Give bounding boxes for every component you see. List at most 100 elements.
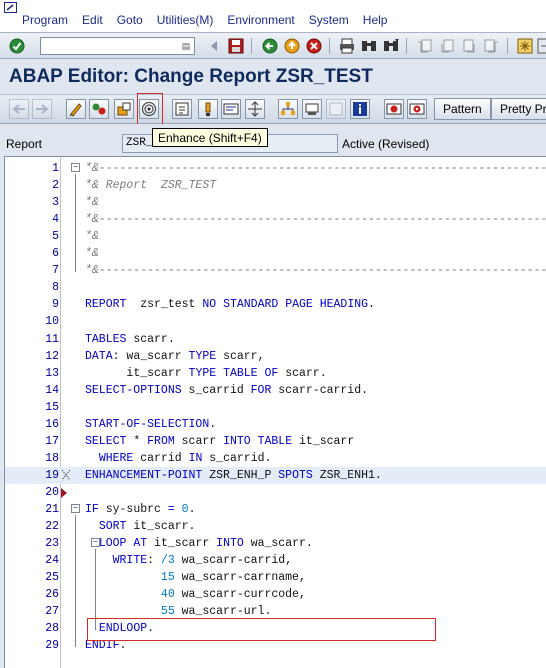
next-page-icon[interactable]	[460, 37, 478, 55]
code-line[interactable]: 23− LOOP AT it_scarr INTO wa_scarr.	[5, 535, 546, 552]
code-line[interactable]: 22 SORT it_scarr.	[5, 518, 546, 535]
line-number: 4	[52, 213, 59, 227]
code-line[interactable]: 6 *&	[5, 245, 546, 262]
shortcut-icon[interactable]	[536, 37, 546, 55]
code-line[interactable]: 7 *&-------------------------------------…	[5, 262, 546, 279]
external-breakpoint-icon[interactable]	[407, 99, 427, 119]
code-line[interactable]: 11 TABLES scarr.	[5, 331, 546, 348]
line-number: 21	[45, 503, 59, 516]
sap-window-icon[interactable]	[4, 2, 18, 14]
code-text: it_scarr TYPE TABLE OF scarr.	[126, 366, 327, 380]
code-line[interactable]: 9 REPORT zsr_test NO STANDARD PAGE HEADIN…	[5, 296, 546, 313]
breakpoint-icon[interactable]	[384, 99, 404, 119]
menu-help[interactable]: Help	[363, 13, 388, 29]
code-text: 55 wa_scarr-url.	[160, 605, 272, 619]
code-line[interactable]: 4 *&-------------------------------------…	[5, 211, 546, 228]
command-input[interactable]	[41, 38, 176, 54]
code-text: LOOP AT it_scarr INTO wa_scarr.	[98, 537, 313, 551]
information-icon[interactable]	[350, 99, 370, 119]
code-line[interactable]: 24 WRITE: /3 wa_scarr-carrid,	[5, 552, 546, 569]
last-page-icon[interactable]	[482, 37, 500, 55]
command-history-icon[interactable]: ▤	[180, 40, 192, 52]
line-number: 25	[45, 571, 59, 585]
code-text: ENHANCEMENT-POINT ZSR_ENH_P SPOTS ZSR_EN…	[85, 468, 382, 482]
code-line[interactable]: 8	[5, 279, 546, 296]
code-line[interactable]: 27 55 wa_scarr-url.	[5, 603, 546, 620]
pattern-button[interactable]: Pattern	[434, 98, 491, 120]
code-line[interactable]: 1 − *&------------------------------------…	[5, 160, 546, 177]
back-arrow-icon[interactable]	[9, 99, 29, 119]
cancel-icon[interactable]	[305, 37, 323, 55]
display-object-list-icon[interactable]	[221, 99, 241, 119]
active-inactive-icon[interactable]	[89, 99, 109, 119]
menu-goto[interactable]: Goto	[117, 13, 143, 29]
navigation-window-icon[interactable]	[245, 99, 265, 119]
pretty-printer-button[interactable]: Pretty Pri	[491, 98, 546, 120]
display-change-icon[interactable]	[66, 99, 86, 119]
comment-text: *&	[85, 230, 99, 244]
check-icon[interactable]	[198, 99, 218, 119]
collapse-icon[interactable]: −	[71, 163, 80, 172]
menu-edit[interactable]: Edit	[82, 13, 103, 29]
other-object-icon[interactable]	[114, 99, 134, 119]
code-line[interactable]: 12 DATA: wa_scarr TYPE scarr,	[5, 348, 546, 365]
line-number: 18	[45, 451, 59, 465]
line-number: 13	[45, 366, 59, 380]
hierarchy-icon[interactable]	[278, 99, 298, 119]
forward-arrow-icon[interactable]	[32, 99, 52, 119]
code-line[interactable]: 13 it_scarr TYPE TABLE OF scarr.	[5, 365, 546, 382]
code-text: *&--------------------------------------…	[85, 262, 546, 279]
menu-environment[interactable]: Environment	[227, 13, 294, 29]
code-text: DATA: wa_scarr TYPE scarr,	[85, 349, 265, 363]
code-line[interactable]: 20	[5, 484, 546, 501]
code-line[interactable]: 15	[5, 399, 546, 416]
find-icon[interactable]	[360, 37, 378, 55]
save-icon[interactable]	[227, 37, 245, 55]
print-icon[interactable]	[338, 37, 356, 55]
line-number: 23	[45, 537, 59, 551]
code-line[interactable]: 2 *& Report ZSR_TEST	[5, 177, 546, 194]
previous-page-icon[interactable]	[438, 37, 456, 55]
menu-utilities[interactable]: Utilities(M)	[157, 13, 214, 29]
code-line[interactable]: 3 *&	[5, 194, 546, 211]
code-line[interactable]: 28 ENDLOOP.	[5, 620, 546, 637]
code-text: TABLES scarr.	[85, 332, 175, 346]
back-icon[interactable]	[261, 37, 279, 55]
first-page-icon[interactable]	[416, 37, 434, 55]
collapse-icon[interactable]: −	[71, 504, 80, 513]
menu-program[interactable]: Program	[22, 13, 68, 29]
print-listing-icon[interactable]	[302, 99, 322, 119]
exit-icon[interactable]	[283, 37, 301, 55]
code-line[interactable]: 14 SELECT-OPTIONS s_carrid FOR scarr-carr…	[5, 382, 546, 399]
find-next-icon[interactable]	[382, 37, 400, 55]
line-number: 26	[45, 588, 59, 602]
code-line[interactable]: 29 ENDIF.	[5, 637, 546, 654]
create-session-icon[interactable]	[516, 37, 534, 55]
enter-icon[interactable]	[8, 37, 26, 55]
code-text: 40 wa_scarr-currcode,	[160, 588, 306, 602]
code-line[interactable]: 19 ENHANCEMENT-POINT ZSR_ENH_P SPOTS ZSR_…	[5, 466, 546, 484]
command-back-icon[interactable]	[205, 37, 223, 55]
code-line[interactable]: 16 START-OF-SELECTION.	[5, 416, 546, 433]
where-used-icon[interactable]	[172, 99, 192, 119]
code-text: SORT it_scarr.	[98, 520, 196, 534]
menu-system[interactable]: System	[309, 13, 349, 29]
code-line[interactable]: 5 *&	[5, 228, 546, 245]
code-line[interactable]: 18 WHERE carrid IN s_carrid.	[5, 450, 546, 467]
enhance-tooltip: Enhance (Shift+F4)	[152, 128, 268, 147]
code-line[interactable]: 25 15 wa_scarr-carrname,	[5, 569, 546, 586]
line-number: 1	[52, 162, 59, 175]
code-line[interactable]: 26 40 wa_scarr-currcode,	[5, 586, 546, 603]
code-line[interactable]: 21 − IF sy-subrc = 0.	[5, 501, 546, 518]
enhance-icon[interactable]	[139, 99, 159, 119]
code-text: REPORT zsr_test NO STANDARD PAGE HEADING…	[85, 298, 375, 312]
code-line[interactable]: 10	[5, 313, 546, 330]
line-number: 2	[52, 179, 59, 193]
fold-bracket	[95, 549, 96, 631]
line-number: 3	[52, 196, 59, 210]
code-editor[interactable]: 1 − *&------------------------------------…	[4, 156, 546, 668]
code-line[interactable]: 17 SELECT * FROM scarr INTO TABLE it_scar…	[5, 433, 546, 450]
command-field[interactable]: ▤	[40, 37, 195, 55]
split-screen-icon[interactable]	[326, 99, 346, 119]
line-number: 28	[45, 622, 59, 636]
